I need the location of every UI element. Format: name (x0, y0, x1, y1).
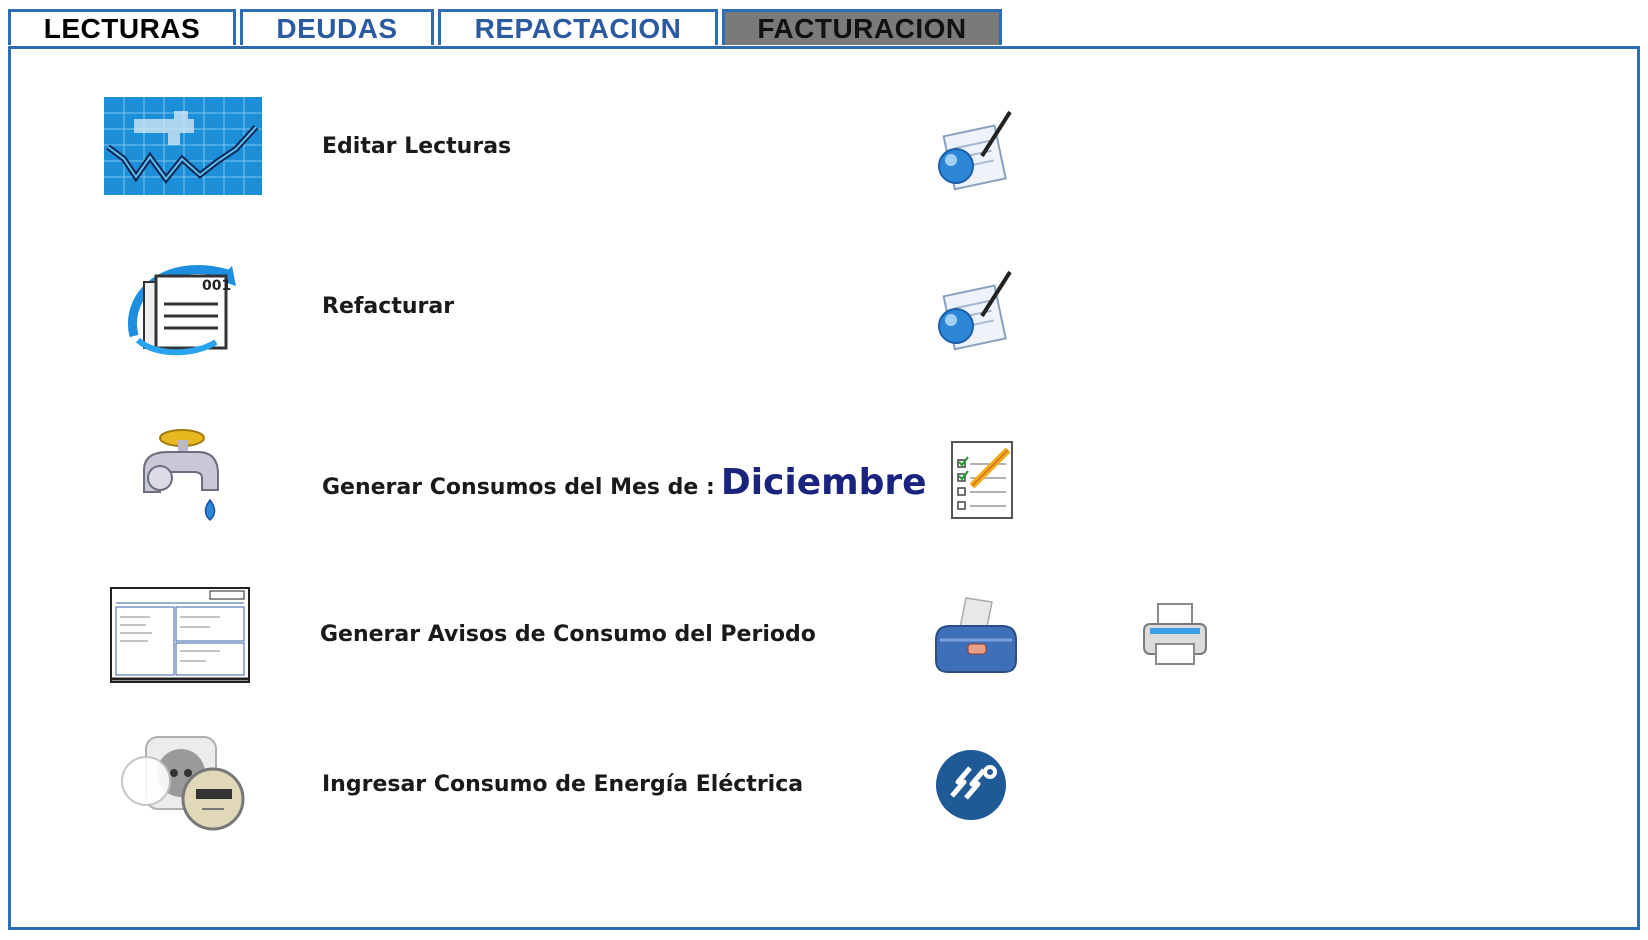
tab-lecturas[interactable]: LECTURAS (8, 9, 236, 45)
ingresar-consumo-label[interactable]: Ingresar Consumo de Energía Eléctrica (322, 772, 803, 797)
editar-lecturas-label[interactable]: Editar Lecturas (322, 134, 511, 159)
invoice-refresh-icon: 001 (124, 256, 242, 358)
water-meter-chart-icon (104, 97, 262, 195)
tab-deudas[interactable]: DEUDAS (240, 9, 434, 45)
tab-repactacion[interactable]: REPACTACION (438, 9, 718, 45)
svg-text:001: 001 (202, 278, 231, 294)
printer-icon[interactable] (1140, 600, 1210, 670)
electricity-icon[interactable] (934, 748, 1008, 822)
generar-avisos-label[interactable]: Generar Avisos de Consumo del Periodo (320, 622, 816, 647)
water-faucet-icon (136, 426, 232, 526)
checklist-pencil-icon[interactable] (948, 440, 1016, 520)
edit-document-icon[interactable] (936, 268, 1018, 354)
generar-consumos-label[interactable]: Generar Consumos del Mes de : Diciembre (322, 462, 927, 503)
electric-meter-icon (118, 735, 248, 835)
refacturar-label[interactable]: Refacturar (322, 294, 454, 319)
edit-document-icon[interactable] (936, 108, 1018, 194)
generar-consumos-text: Generar Consumos del Mes de : (322, 475, 715, 500)
receipt-printer-icon[interactable] (932, 596, 1020, 676)
month-value: Diciembre (720, 462, 927, 503)
tab-facturacion[interactable]: FACTURACION (722, 9, 1002, 45)
consumption-notice-form-icon (110, 587, 250, 683)
